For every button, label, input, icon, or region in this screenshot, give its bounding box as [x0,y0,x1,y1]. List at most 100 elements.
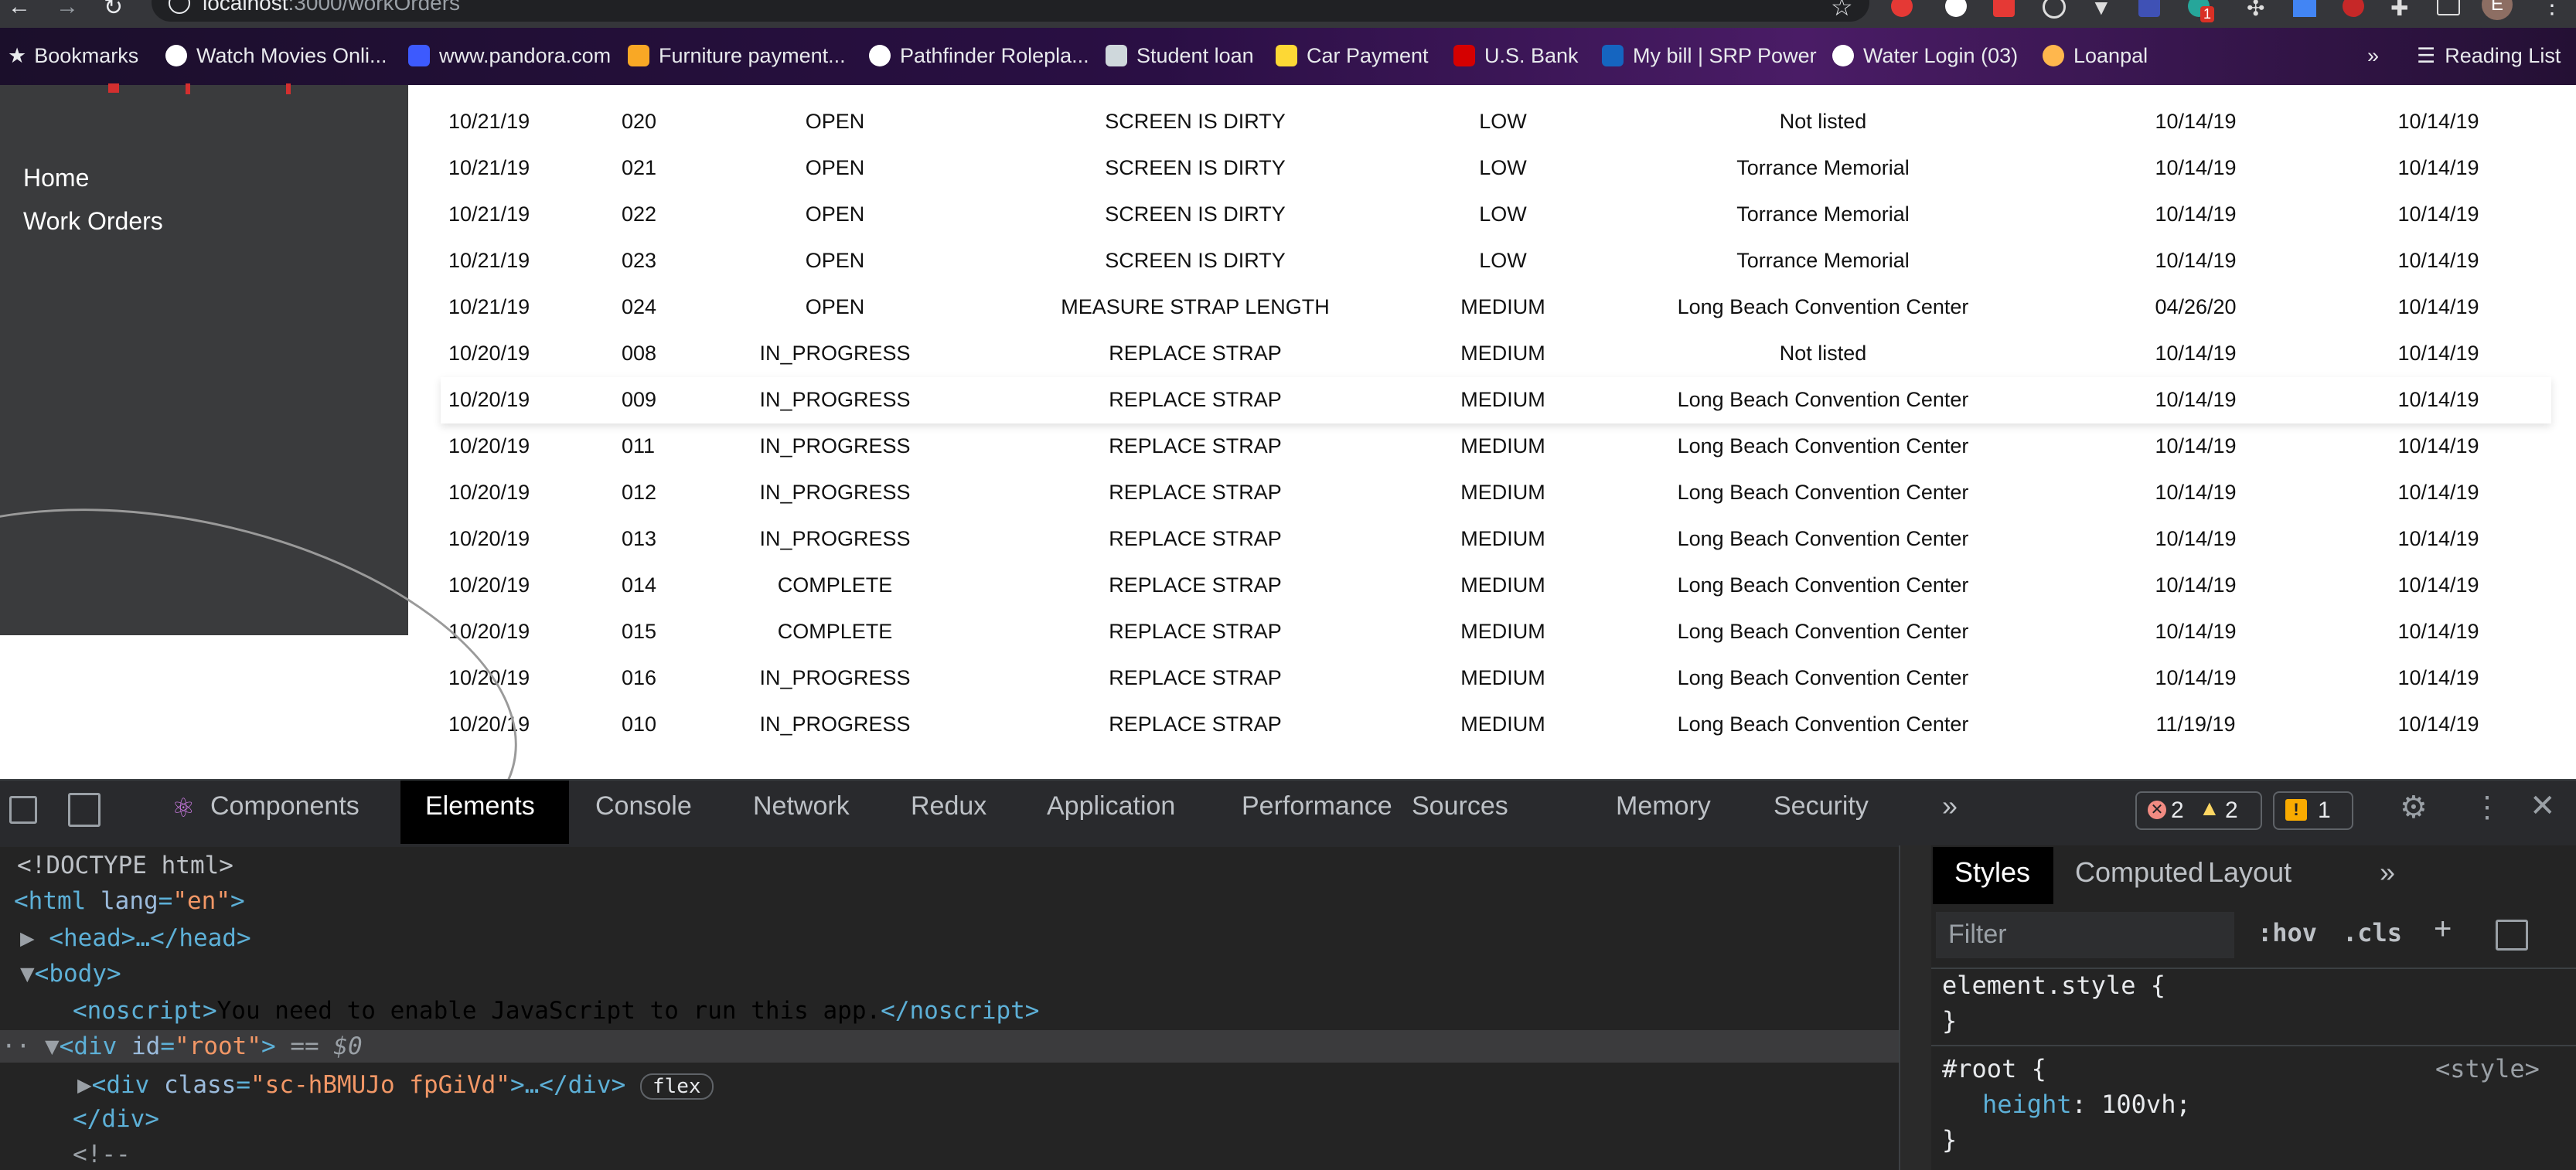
dom-noscript[interactable]: <noscript>You need to enable JavaScript … [73,997,1039,1025]
issues-badge[interactable]: ! 1 [2273,791,2353,830]
table-row[interactable]: 10/21/19 021 OPEN SCREEN IS DIRTY LOW Torranc… [441,145,2551,192]
table-row[interactable]: 10/20/19 014 COMPLETE REPLACE STRAP MEDIUM Lo… [441,563,2551,609]
table-cell: Torrance Memorial [1736,249,1910,272]
extension-icon[interactable] [2293,0,2316,17]
bookmark-item[interactable]: www.pandora.com [408,44,611,68]
menu-icon[interactable]: ⋮ [2540,0,2564,19]
extension-icon[interactable]: ✣ [2247,0,2264,21]
table-row[interactable]: 10/21/19 022 OPEN SCREEN IS DIRTY LOW Torranc… [441,192,2551,238]
table-row[interactable]: 10/20/19 009 IN_PROGRESS REPLACE STRAP MEDIU… [441,377,2551,423]
bookmark-item[interactable]: U.S. Bank [1453,44,1579,68]
device-toolbar-icon[interactable] [68,793,101,827]
table-row[interactable]: 10/20/19 016 IN_PROGRESS REPLACE STRAP MEDIU… [441,655,2551,702]
cls-toggle[interactable]: .cls [2343,918,2402,947]
table-row[interactable]: 10/20/19 012 IN_PROGRESS REPLACE STRAP MEDIU… [441,470,2551,516]
dom-body[interactable]: ▼<body> [20,960,121,988]
toggle-sidebar-icon[interactable] [2496,920,2528,951]
puzzle-icon[interactable]: ✚ [2390,0,2408,21]
table-cell: Long Beach Convention Center [1677,666,1969,689]
filter-placeholder: Filter [1948,920,2007,949]
tab-redux[interactable]: Redux [911,791,986,821]
extension-icon[interactable] [2343,0,2364,17]
tab-styles[interactable]: Styles [1954,856,2030,889]
dom-comment[interactable]: <!-- [73,1141,131,1168]
dom-root[interactable]: ·· ▼<div id="root"> == $0 [2,1032,363,1060]
devtools-more-tabs[interactable]: » [1942,790,1958,822]
extension-icon[interactable] [1945,0,1967,17]
sidebar-item-home[interactable]: Home [23,164,89,192]
styles-filter-input[interactable]: Filter [1936,912,2234,958]
new-rule-icon[interactable]: + [2434,912,2452,947]
table-cell: 10/14/19 [2397,573,2479,597]
bookmark-item[interactable]: Pathfinder Rolepla... [869,44,1089,68]
panel-splitter[interactable] [1899,845,1934,1170]
bookmark-bookmarks[interactable]: ★ Bookmarks [8,44,138,68]
table-row[interactable]: 10/21/19 023 OPEN SCREEN IS DIRTY LOW Torranc… [441,238,2551,284]
tab-console[interactable]: Console [595,791,692,821]
reload-icon[interactable]: ↻ [104,0,123,21]
table-cell: 022 [622,202,657,226]
styles-more-tabs[interactable]: » [2380,856,2395,889]
table-row[interactable]: 10/20/19 008 IN_PROGRESS REPLACE STRAP MEDIU… [441,331,2551,377]
table-row[interactable]: 10/20/19 011 IN_PROGRESS REPLACE STRAP MEDIU… [441,423,2551,470]
hov-toggle[interactable]: :hov [2257,918,2317,947]
collapse-arrow-icon[interactable]: ▼ [20,960,35,988]
brace: } [1942,1125,1958,1155]
inspect-icon[interactable] [9,796,37,824]
expand-arrow-icon[interactable]: ▶ [77,1071,92,1099]
root-rule[interactable]: #root { [1942,1054,2046,1083]
tab-security[interactable]: Security [1774,791,1869,821]
tab-computed[interactable]: Computed [2075,856,2203,889]
table-row[interactable]: 10/21/19 024 OPEN MEASURE STRAP LENGTH MEDIU… [441,284,2551,331]
back-icon[interactable]: ← [8,0,31,20]
tab-application[interactable]: Application [1047,791,1175,821]
bookmark-item[interactable]: Water Login (03) [1832,44,2018,68]
tab-layout[interactable]: Layout [2208,856,2291,889]
extension-icon[interactable] [2138,0,2160,17]
bookmark-item[interactable]: My bill | SRP Power [1602,44,1817,68]
dom-doctype[interactable]: <!DOCTYPE html> [17,852,233,879]
close-icon[interactable]: ✕ [2530,788,2556,824]
table-cell: 008 [622,342,657,365]
forward-icon[interactable]: → [56,0,79,20]
errors-badge[interactable]: ✕ 2 ▲ 2 [2135,791,2262,830]
bookmark-item[interactable]: Furniture payment... [628,44,846,68]
dom-html[interactable]: <html lang="en"> [14,887,245,915]
collapse-arrow-icon[interactable]: ▼ [45,1032,60,1060]
bookmark-item[interactable]: Loanpal [2043,44,2148,68]
tab-memory[interactable]: Memory [1616,791,1711,821]
tab-elements[interactable]: Elements [425,791,535,821]
bookmark-item[interactable]: Watch Movies Onli... [165,44,387,68]
rule-source[interactable]: <style> [2435,1054,2540,1083]
devtools-menu-icon[interactable]: ⋮ [2472,790,2502,825]
bookmark-item[interactable]: Car Payment [1276,44,1429,68]
rule-declaration[interactable]: height: 100vh; [1982,1090,2191,1119]
element-style-rule[interactable]: element.style { [1942,971,2165,1000]
tab-components[interactable]: Components [210,791,359,821]
settings-gear-icon[interactable]: ⚙ [2400,790,2428,825]
table-cell: OPEN [805,202,865,226]
table-row[interactable]: 10/21/19 020 OPEN SCREEN IS DIRTY LOW Not lis… [441,99,2551,145]
extension-icon[interactable] [1891,0,1913,17]
dom-child[interactable]: ▶<div class="sc-hBMUJo fpGiVd">…</div> f… [77,1071,714,1100]
expand-arrow-icon[interactable]: ▶ [20,924,35,952]
extension-icon[interactable] [2043,0,2066,19]
bookmark-star-icon[interactable]: ☆ [1831,0,1853,22]
bookmarks-overflow[interactable]: » [2367,44,2379,68]
tab-network[interactable]: Network [753,791,850,821]
table-row[interactable]: 10/20/19 015 COMPLETE REPLACE STRAP MEDIUM Lo… [441,609,2551,655]
bookmark-item[interactable]: Student loan [1106,44,1254,68]
dom-head[interactable]: ▶ <head>…</head> [20,924,251,952]
flex-badge[interactable]: flex [639,1073,714,1100]
cast-icon[interactable] [2437,0,2460,15]
bookmark-label: U.S. Bank [1484,44,1579,67]
dom-div-close[interactable]: </div> [73,1105,159,1133]
tab-performance[interactable]: Performance [1242,791,1392,821]
sidebar-item-work-orders[interactable]: Work Orders [23,207,163,236]
extension-icon[interactable]: ▼ [2090,0,2112,20]
tab-sources[interactable]: Sources [1412,791,1508,821]
extension-icon[interactable] [1993,0,2015,17]
reading-list[interactable]: ☰ Reading List [2417,44,2561,68]
table-row[interactable]: 10/20/19 010 IN_PROGRESS REPLACE STRAP MEDIU… [441,702,2551,748]
table-row[interactable]: 10/20/19 013 IN_PROGRESS REPLACE STRAP MEDIU… [441,516,2551,563]
